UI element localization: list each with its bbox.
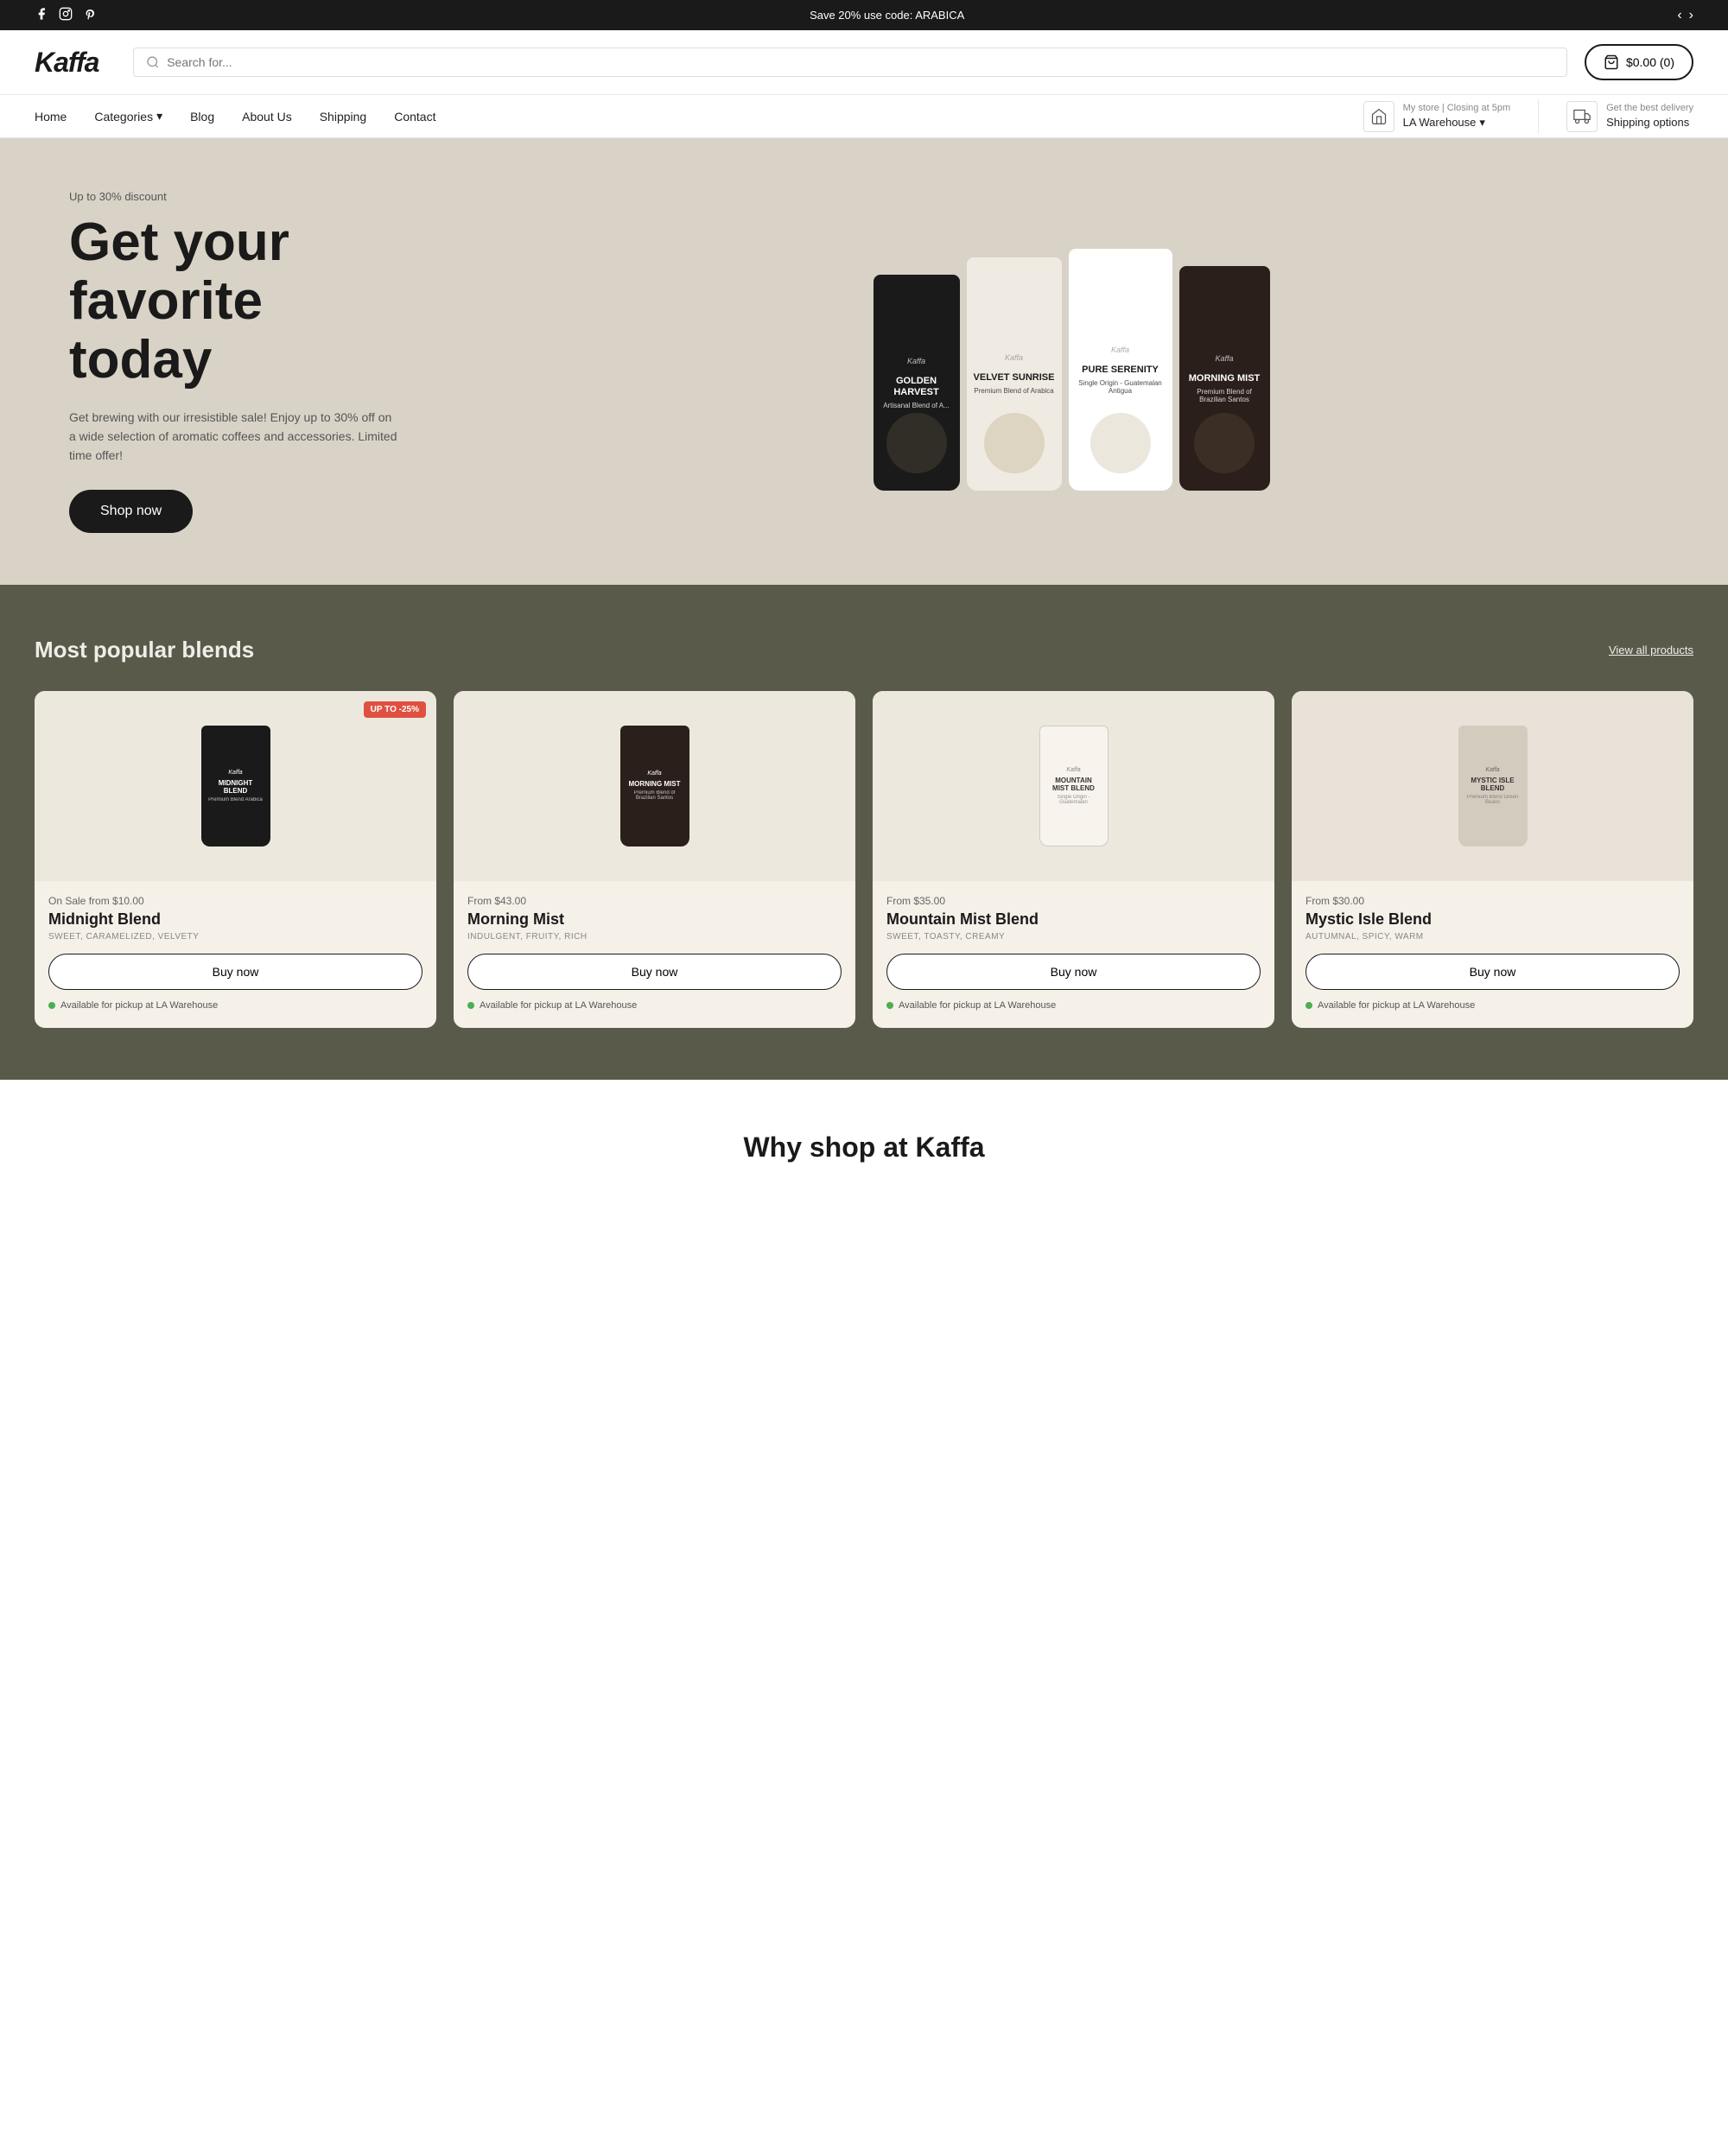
product-card-midnight-blend: UP TO -25% Kaffa MIDNIGHT BLEND Premium …	[35, 691, 436, 1028]
buy-now-mystic[interactable]: Buy now	[1306, 954, 1680, 990]
cart-button[interactable]: $0.00 (0)	[1585, 44, 1693, 80]
store-icon	[1363, 101, 1394, 132]
buy-now-mountain[interactable]: Buy now	[886, 954, 1261, 990]
cart-total: $0.00 (0)	[1626, 55, 1674, 69]
logo[interactable]: Kaffa	[35, 47, 98, 79]
why-title: Why shop at Kaffa	[35, 1132, 1693, 1164]
hero-badge: Up to 30% discount	[69, 190, 484, 203]
product-price-mystic: From $30.00	[1306, 895, 1680, 907]
product-price-mountain: From $35.00	[886, 895, 1261, 907]
pickup-dot-mountain	[886, 1002, 893, 1009]
hero-title: Get your favorite today	[69, 213, 484, 390]
product-card-mountain-mist: Kaffa MOUNTAIN MIST BLEND Single Origin …	[873, 691, 1274, 1028]
product-bag-midnight: Kaffa MIDNIGHT BLEND Premium Blend Arabi…	[201, 726, 270, 847]
product-bag-morning: Kaffa MORNING MIST Premium Blend of Braz…	[620, 726, 689, 847]
nav-divider	[1538, 99, 1539, 134]
announcement-prev-btn[interactable]: ‹	[1677, 8, 1681, 23]
store-label: My store | Closing at 5pm	[1403, 102, 1511, 115]
section-title: Most popular blends	[35, 637, 254, 663]
products-grid: UP TO -25% Kaffa MIDNIGHT BLEND Premium …	[35, 691, 1693, 1028]
pickup-dot	[48, 1002, 55, 1009]
product-info-midnight: On Sale from $10.00 Midnight Blend SWEET…	[35, 895, 436, 942]
cart-icon	[1604, 54, 1619, 70]
product-tags-morning: INDULGENT, FRUITY, RICH	[467, 932, 842, 942]
product-card-mystic-isle: Kaffa MYSTIC ISLE BLEND Premium Blend Gr…	[1292, 691, 1693, 1028]
buy-now-morning[interactable]: Buy now	[467, 954, 842, 990]
delivery-label: Get the best delivery	[1606, 102, 1693, 115]
search-input[interactable]	[167, 55, 1554, 69]
hero-bag-golden-harvest: Kaffa GOLDEN HARVEST Artisanal Blend of …	[874, 275, 960, 491]
header: Kaffa $0.00 (0)	[0, 30, 1728, 95]
pinterest-icon[interactable]	[83, 7, 97, 23]
nav-item-about[interactable]: About Us	[242, 110, 292, 124]
why-section: Why shop at Kaffa	[0, 1080, 1728, 1215]
popular-section: Most popular blends View all products UP…	[0, 585, 1728, 1080]
product-tags-mystic: AUTUMNAL, SPICY, WARM	[1306, 932, 1680, 942]
product-info-morning: From $43.00 Morning Mist INDULGENT, FRUI…	[454, 895, 855, 942]
announcement-text: Save 20% use code: ARABICA	[97, 9, 1677, 22]
nav-item-categories[interactable]: Categories ▾	[94, 109, 162, 124]
product-image-morning: Kaffa MORNING MIST Premium Blend of Braz…	[454, 691, 855, 881]
shop-now-button[interactable]: Shop now	[69, 490, 193, 533]
hero-image: Kaffa GOLDEN HARVEST Artisanal Blend of …	[484, 231, 1659, 491]
nav-left: Home Categories ▾ Blog About Us Shipping…	[35, 95, 1363, 137]
search-icon	[146, 55, 160, 69]
nav-item-shipping[interactable]: Shipping	[320, 110, 367, 124]
store-value: LA Warehouse ▾	[1403, 115, 1511, 130]
product-bag-mystic: Kaffa MYSTIC ISLE BLEND Premium Blend Gr…	[1458, 726, 1528, 847]
product-name-mystic: Mystic Isle Blend	[1306, 910, 1680, 929]
sale-badge: UP TO -25%	[364, 701, 426, 718]
announcement-next-btn[interactable]: ›	[1689, 8, 1693, 23]
product-name-mountain: Mountain Mist Blend	[886, 910, 1261, 929]
product-info-mystic: From $30.00 Mystic Isle Blend AUTUMNAL, …	[1292, 895, 1693, 942]
nav-item-contact[interactable]: Contact	[394, 110, 435, 124]
store-info[interactable]: My store | Closing at 5pm LA Warehouse ▾	[1363, 101, 1511, 132]
buy-now-midnight[interactable]: Buy now	[48, 954, 422, 990]
instagram-icon[interactable]	[59, 7, 73, 23]
product-image-midnight: UP TO -25% Kaffa MIDNIGHT BLEND Premium …	[35, 691, 436, 881]
pickup-midnight: Available for pickup at LA Warehouse	[35, 1000, 436, 1011]
hero-bag-velvet-sunrise: Kaffa VELVET SUNRISE Premium Blend of Ar…	[967, 257, 1062, 491]
social-icons	[35, 7, 97, 23]
pickup-dot-mystic	[1306, 1002, 1312, 1009]
announcement-nav-arrows: ‹ ›	[1677, 8, 1693, 23]
product-card-morning-mist: Kaffa MORNING MIST Premium Blend of Braz…	[454, 691, 855, 1028]
hero-content: Up to 30% discount Get your favorite tod…	[69, 190, 484, 533]
product-info-mountain: From $35.00 Mountain Mist Blend SWEET, T…	[873, 895, 1274, 942]
product-tags-midnight: SWEET, CARAMELIZED, VELVETY	[48, 932, 422, 942]
product-image-mystic: Kaffa MYSTIC ISLE BLEND Premium Blend Gr…	[1292, 691, 1693, 881]
announcement-bar: Save 20% use code: ARABICA ‹ ›	[0, 0, 1728, 30]
product-price-morning: From $43.00	[467, 895, 842, 907]
product-tags-mountain: SWEET, TOASTY, CREAMY	[886, 932, 1261, 942]
view-all-link[interactable]: View all products	[1609, 644, 1693, 656]
nav-right: My store | Closing at 5pm LA Warehouse ▾…	[1363, 99, 1693, 134]
section-header: Most popular blends View all products	[35, 637, 1693, 663]
nav-bar: Home Categories ▾ Blog About Us Shipping…	[0, 95, 1728, 138]
pickup-dot-morning	[467, 1002, 474, 1009]
hero-description: Get brewing with our irresistible sale! …	[69, 408, 397, 466]
delivery-value: Shipping options	[1606, 115, 1693, 130]
delivery-info[interactable]: Get the best delivery Shipping options	[1566, 101, 1693, 132]
product-price-midnight: On Sale from $10.00	[48, 895, 422, 907]
chevron-down-icon: ▾	[156, 109, 162, 124]
nav-item-blog[interactable]: Blog	[190, 110, 214, 124]
chevron-down-icon: ▾	[1479, 115, 1485, 130]
hero-bag-morning-mist: Kaffa MORNING MIST Premium Blend of Braz…	[1179, 266, 1270, 491]
product-name-midnight: Midnight Blend	[48, 910, 422, 929]
pickup-mystic: Available for pickup at LA Warehouse	[1292, 1000, 1693, 1011]
facebook-icon[interactable]	[35, 7, 48, 23]
product-bag-mountain: Kaffa MOUNTAIN MIST BLEND Single Origin …	[1039, 726, 1109, 847]
hero-section: Up to 30% discount Get your favorite tod…	[0, 138, 1728, 585]
search-bar[interactable]	[133, 48, 1567, 77]
product-image-mountain: Kaffa MOUNTAIN MIST BLEND Single Origin …	[873, 691, 1274, 881]
pickup-mountain: Available for pickup at LA Warehouse	[873, 1000, 1274, 1011]
pickup-morning: Available for pickup at LA Warehouse	[454, 1000, 855, 1011]
product-name-morning: Morning Mist	[467, 910, 842, 929]
delivery-icon	[1566, 101, 1598, 132]
nav-item-home[interactable]: Home	[35, 110, 67, 124]
hero-bag-pure-serenity: Kaffa PURE SERENITY Single Origin - Guat…	[1069, 249, 1172, 491]
